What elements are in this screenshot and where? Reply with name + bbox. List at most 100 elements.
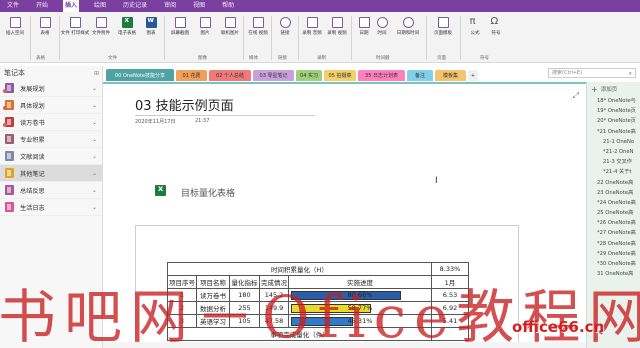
menu-home[interactable]: 开始 [34,0,50,12]
chevron-down-icon[interactable]: ⌄ [92,153,97,160]
embedded-file-title[interactable]: 目标量化表格 [181,186,235,199]
table-icon [39,17,51,28]
sidebar-item-7[interactable]: 生活日志 ⌄ [0,199,102,216]
insert-space-button[interactable]: 插入空间 [3,17,27,53]
notebook-sidebar: 笔记本 ⊞ 发展规划 ⌄ 具体规划 ⌄ 读万卷书 ⌄ 专业积累 ⌄ 文献阅读 ⌄ 其他笔记 ⌄ 总结反思… [0,66,103,348]
online-video-button[interactable]: 在线 视频 [246,17,270,53]
file-printout-button[interactable]: 文件 打印样式 [61,17,89,53]
sidebar-item-6[interactable]: 总结反思 ⌄ [0,182,102,199]
section-tab-8[interactable]: 模板集 [435,70,466,81]
title-underline [135,115,315,116]
page-list-item[interactable]: 18* OneNote与 [587,96,640,106]
page-list-item[interactable]: 19* OneNote页 [587,106,640,116]
banner-percent: 8.33% [431,262,469,276]
page-list-item[interactable]: *21-4 关于t [587,167,640,177]
group-label-media: 媒体 [249,56,258,61]
section-tab-1[interactable]: 01 花费 [176,70,207,81]
page-list-item[interactable]: 20* OneNote页 [587,116,640,126]
chevron-down-icon[interactable]: ⌄ [92,85,97,92]
attachment-button[interactable]: 文件附件 [89,17,113,53]
sidebar-item-1[interactable]: 具体规划 ⌄ [0,97,102,114]
insert-space-icon [9,17,21,28]
menu-file[interactable]: 文件 [5,0,21,12]
chevron-down-icon[interactable]: ⌄ [92,187,97,194]
add-page-button[interactable]: + 添加页 [587,82,640,96]
page-list-item[interactable]: *28 OneNote高 [587,239,640,249]
symbol-button[interactable]: Ω 符号 [484,17,508,53]
menu-review[interactable]: 审阅 [162,0,178,12]
picture-button[interactable]: 图片 [193,17,217,53]
sidebar-item-label: 文献阅读 [20,153,45,161]
diagram-button[interactable]: 图表 [139,16,163,53]
col-header-no: 项目序号 [167,275,197,289]
section-tab-5[interactable]: 05 拍摄菜 [324,70,356,81]
cell-progress: 80.66% [288,288,432,302]
date-time-button[interactable]: 日期和时间 [393,17,423,53]
col-header-name: 项目名称 [196,275,230,289]
embedded-excel-table[interactable]: 时间积累量化（H） 8.33% 项目序号 项目名称 量化指标 完成情况 实施进度… [167,262,469,341]
menu-history[interactable]: 历史记录 [121,0,149,12]
time-button[interactable]: 时间 [370,17,394,53]
text-cursor-icon: I [435,176,438,186]
page-template-button[interactable]: 页面模板 [430,17,456,53]
section-tab-6[interactable]: 35 日志计划表 [358,70,405,81]
chevron-down-icon[interactable]: ⌄ [92,102,97,109]
page-list-item[interactable]: *29 OneNote高 [587,249,640,259]
page-list-item[interactable]: 23 OneNote高 [587,188,640,198]
page-title[interactable]: 03 技能示例页面 [135,95,234,114]
sidebar-item-label: 生活日志 [20,204,45,212]
pin-icon[interactable]: ⊞ [94,70,99,77]
link-icon [279,17,291,28]
menu-help[interactable]: 帮助 [220,0,236,12]
page-list-item[interactable]: *21 OneNote高 [587,127,640,137]
add-page-label: 添加页 [600,87,618,93]
record-audio-button[interactable]: 录制 音频 [300,17,324,53]
search-input[interactable]: 搜索(Ctrl+E) ⌕ [548,68,636,78]
section-tab-0[interactable]: 00 OneNote技能分享 [106,69,174,81]
col-header-progress: 实施进度 [288,275,432,289]
sidebar-item-4[interactable]: 文献阅读 ⌄ [0,148,102,165]
search-icon[interactable]: ⌕ [629,69,632,78]
page-list-item[interactable]: 22 OneNote高 [587,178,640,188]
horizontal-scrollbar[interactable] [103,342,586,348]
section-tab-2[interactable]: 02 个人总结 [209,70,251,81]
online-picture-button[interactable]: 联机图片 [218,17,242,53]
time-icon [376,17,388,28]
add-section-button[interactable]: + [468,70,478,81]
menu-draw[interactable]: 绘图 [92,0,108,12]
sidebar-item-2[interactable]: 读万卷书 ⌄ [0,114,102,131]
spreadsheet-button[interactable]: 电子表格 [115,16,139,53]
menu-insert[interactable]: 插入 [63,0,80,12]
page-list-item[interactable]: *27 OneNote高 [587,228,640,238]
section-tab-7[interactable]: 备注 [407,70,433,81]
sidebar-item-0[interactable]: 发展规划 ⌄ [0,80,102,97]
sidebar-item-5[interactable]: 其他笔记 ⌄ [0,165,102,182]
screenshot-button[interactable]: 屏幕截图 [168,17,192,53]
link-button[interactable]: 链接 [273,17,297,53]
page-list-item[interactable]: 31 OneNote高 [587,269,640,279]
section-tab-3[interactable]: 03 零星笔记 [253,70,294,81]
page-list-item[interactable]: *30 OneNote高 [587,259,640,269]
chevron-down-icon[interactable]: ⌄ [92,119,97,126]
chevron-down-icon[interactable]: ⌄ [92,136,97,143]
cell-jan: 6.92 [431,301,469,315]
cell-target: 255 [229,301,260,315]
sync-status-icon [3,89,7,93]
page-list-item[interactable]: 21-3 交叉作 [587,157,640,167]
chevron-down-icon[interactable]: ⌄ [92,204,97,211]
page-canvas[interactable]: ⤢ 03 技能示例页面 2020年11月17日 21:37 目标量化表格 时间积… [103,82,586,348]
page-list-item[interactable]: *21-2 OneN [587,147,640,157]
table-button[interactable]: 表格 [33,17,57,53]
menu-view[interactable]: 视图 [191,0,207,12]
sync-status-icon [3,106,7,110]
expand-icon[interactable]: ⤢ [573,91,579,101]
page-list-item[interactable]: *24 OneNote高 [587,198,640,208]
page-list-item[interactable]: 21-1 OneNo [587,137,640,147]
page-list: 18* OneNote与 19* OneNote页 20* OneNote页 *21 … [587,96,640,279]
record-video-button[interactable]: 录制 视频 [325,17,349,53]
page-list-item[interactable]: 25 OneNote高 [587,208,640,218]
sidebar-item-3[interactable]: 专业积累 ⌄ [0,131,102,148]
page-list-item[interactable]: *26 OneNote高 [587,218,640,228]
section-tab-4[interactable]: 04 实习 [296,70,322,81]
chevron-down-icon[interactable]: ⌄ [92,170,97,177]
